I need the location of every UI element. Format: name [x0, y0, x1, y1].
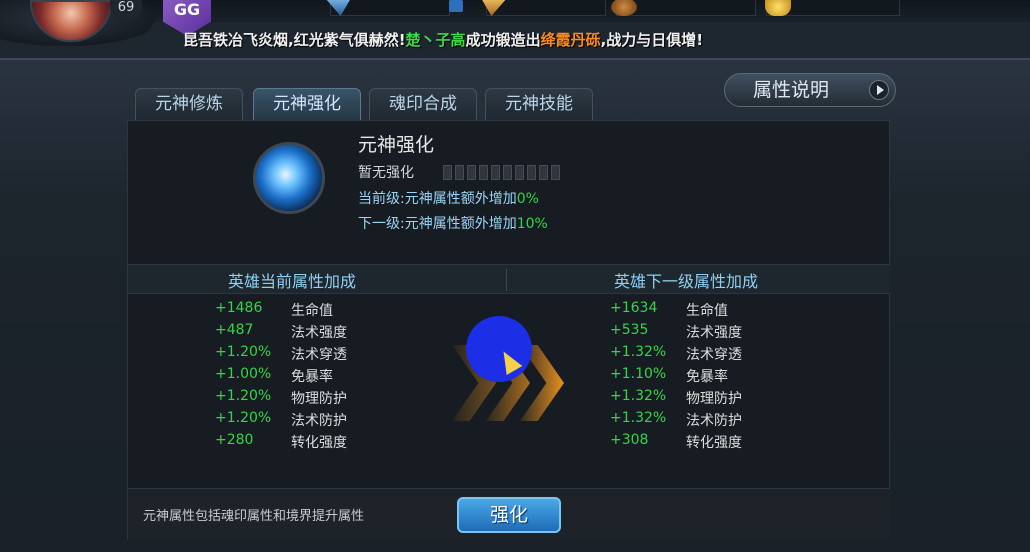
next-level-label: 下一级:元神属性额外增加: [358, 216, 517, 232]
next-stats-title: 英雄下一级属性加成: [614, 272, 759, 291]
current-stat-value: +1486: [215, 300, 263, 316]
skill-title: 元神强化: [358, 134, 435, 156]
footer-note: 元神属性包括魂印属性和境界提升属性: [143, 509, 365, 524]
current-stat-value: +1.00%: [215, 366, 272, 382]
next-stat-value: +1634: [610, 300, 658, 316]
ticker-text-2: 成功锻造出: [465, 31, 541, 49]
progress-pip: [479, 165, 488, 180]
next-stat-value: +1.10%: [610, 366, 667, 382]
current-stat-name: 免暴率: [291, 369, 333, 385]
ticker-item-name: 绛霞丹砾: [540, 31, 601, 49]
ticker-player-name: 楚丶子高: [405, 31, 466, 49]
current-stat-value: +1.20%: [215, 410, 272, 426]
next-stat-name: 生命值: [686, 303, 728, 319]
header-divider: [506, 269, 507, 291]
attribute-info-label: 属性说明: [753, 79, 830, 101]
enhance-button[interactable]: 强化: [457, 497, 561, 533]
avatar[interactable]: [30, 0, 112, 42]
progress-pip: [491, 165, 500, 180]
broadcast-ticker: 昆吾铁冶飞炎烟,红光紫气俱赫然!楚丶子高成功锻造出绛霞丹砾,战力与日俱增!: [183, 29, 703, 50]
progress-pip: [539, 165, 548, 180]
next-stat-value: +535: [610, 322, 649, 338]
current-stat-name: 法术防护: [291, 413, 347, 429]
resource-gold: [765, 0, 900, 16]
next-stat-value: +1.32%: [610, 410, 667, 426]
progress-pip: [455, 165, 464, 180]
current-stat-name: 物理防护: [291, 391, 347, 407]
resource-stamina: [325, 0, 463, 16]
next-stat-value: +1.32%: [610, 388, 667, 404]
resource-copper: [611, 0, 756, 16]
next-stat-name: 法术穿透: [686, 347, 742, 363]
ticker-text-1: 昆吾铁冶飞炎烟,红光紫气俱赫然!: [183, 31, 406, 49]
player-avatar-frame[interactable]: 69: [0, 0, 160, 46]
next-stat-value: +308: [610, 432, 649, 448]
progress-pip: [467, 165, 476, 180]
current-stats-title: 英雄当前属性加成: [228, 272, 357, 291]
ticker-text-3: ,战力与日俱增!: [600, 31, 704, 49]
current-stat-value: +487: [215, 322, 254, 338]
next-level-line: 下一级:元神属性额外增加10%: [358, 213, 548, 233]
resource-activity: [481, 0, 606, 16]
current-stat-name: 生命值: [291, 303, 333, 319]
attribute-info-button[interactable]: 属性说明: [724, 73, 896, 107]
tab-soul-enhance[interactable]: 元神强化: [253, 88, 361, 120]
current-stat-name: 法术强度: [291, 325, 347, 341]
next-stat-name: 物理防护: [686, 391, 742, 407]
current-stat-name: 法术穿透: [291, 347, 347, 363]
next-stat-name: 法术强度: [686, 325, 742, 341]
next-stat-name: 转化强度: [686, 435, 742, 451]
current-level-label: 当前级:元神属性额外增加: [358, 191, 517, 207]
tab-soul-seal-synthesis[interactable]: 魂印合成: [369, 88, 477, 120]
gold-ingot-icon: [765, 0, 791, 16]
next-stat-name: 免暴率: [686, 369, 728, 385]
progress-pip: [527, 165, 536, 180]
enhance-status: 暂无强化: [358, 165, 414, 181]
current-stat-value: +280: [215, 432, 254, 448]
touch-indicator: [466, 316, 532, 382]
play-arrow-icon: [869, 80, 889, 100]
enhance-progress-pips: [443, 165, 560, 180]
current-stat-value: +1.20%: [215, 344, 272, 360]
current-level-value: 0%: [516, 191, 539, 207]
add-stamina-button[interactable]: [449, 0, 463, 12]
progress-pip: [443, 165, 452, 180]
current-stat-value: +1.20%: [215, 388, 272, 404]
next-level-value: 10%: [516, 216, 548, 232]
next-stat-value: +1.32%: [610, 344, 667, 360]
current-stat-name: 转化强度: [291, 435, 347, 451]
progress-pip: [515, 165, 524, 180]
copper-coin-icon: [611, 0, 637, 16]
next-stat-name: 法术防护: [686, 413, 742, 429]
soul-enhance-skill-icon[interactable]: [253, 142, 325, 214]
tab-soul-training[interactable]: 元神修炼: [135, 88, 243, 120]
tab-soul-skills[interactable]: 元神技能: [485, 88, 593, 120]
current-level-line: 当前级:元神属性额外增加0%: [358, 188, 539, 208]
progress-pip: [551, 165, 560, 180]
player-level-badge: 69: [110, 0, 142, 20]
progress-pip: [503, 165, 512, 180]
